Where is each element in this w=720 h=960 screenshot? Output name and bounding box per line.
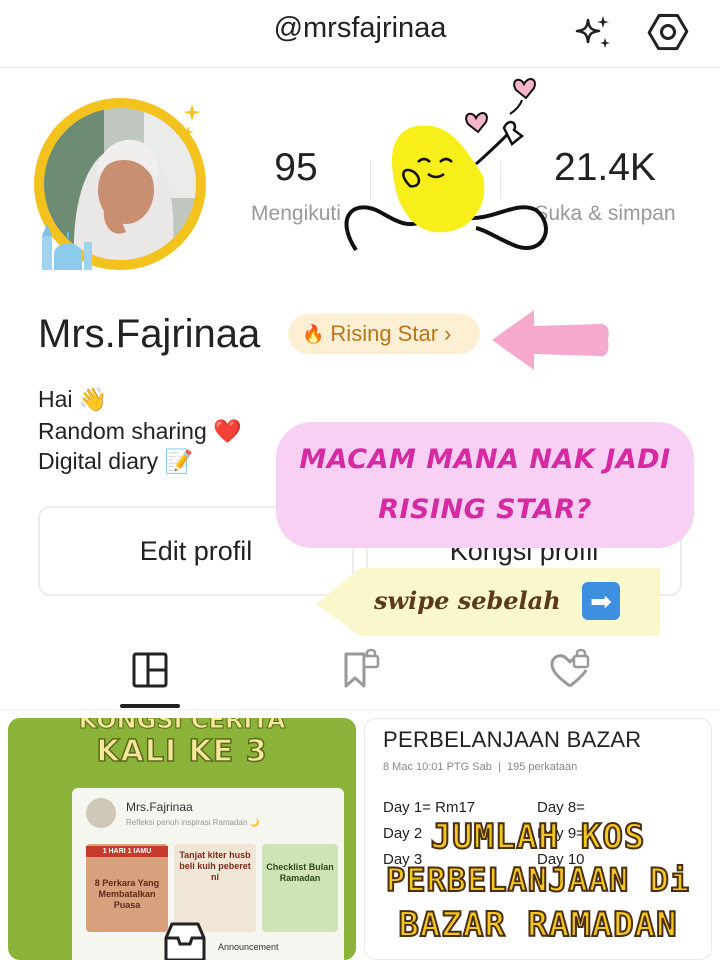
swipe-text: swipe sebelah [374,586,561,615]
mini-caption: Refleksi penuh inspirasi Ramadan 🌙 [126,818,260,827]
thumb-caption: Checklist Bulan Ramadan [266,862,334,883]
pointing-arrow-icon [492,310,609,370]
post-overlay-text: JUMLAH KOS [430,816,646,858]
bio-line: Hai 👋 [38,386,108,412]
posts-grid-icon[interactable] [126,646,174,694]
mini-profile-name: Mrs.Fajrinaa [126,800,193,814]
profile-tabs [0,640,720,710]
thumb-caption: 8 Perkara Yang Membatalkan Puasa [94,878,160,910]
note-date: 8 Mac 10:01 PTG Sab [383,761,492,773]
post-card[interactable]: PERBELANJAAN BAZAR 8 Mac 10:01 PTG Sab |… [364,718,712,960]
inbox-tray-icon [164,922,206,960]
post-thumbnail: Checklist Bulan Ramadan [262,844,338,932]
profile-name: Mrs.Fajrinaa [38,312,261,356]
callout-line: MACAM MANA NAK JADI [299,444,671,475]
post-card-title: KALI KE 3 [96,733,268,770]
active-tab-indicator [120,704,180,708]
note-word-count: 195 perkataan [506,761,578,773]
settings-gear-icon[interactable] [644,8,692,56]
callout-line: RISING STAR? [378,494,592,525]
swipe-callout: swipe sebelah ➡ [316,568,660,636]
sparkle-icon[interactable] [570,10,616,56]
post-overlay-text: PERBELANJAAN Di [385,860,690,900]
mini-avatar [86,798,116,828]
rising-star-label: Rising Star [330,321,439,346]
rising-star-badge[interactable]: 🔥 Rising Star › [288,314,480,354]
mascot-sticker [344,78,548,252]
bio-line: Digital diary 📝 [38,448,194,474]
post-card-meta: 8 Mac 10:01 PTG Sab | 195 perkataan [383,761,578,773]
following-count[interactable]: 95 [246,146,346,190]
thumb-badge: 1 HARI 1 IAMU [86,846,168,857]
rising-star-question-callout: MACAM MANA NAK JADI RISING STAR? [276,422,694,548]
day-entry: Day 1= Rm17 [383,799,476,816]
arrow-right-icon: ➡ [582,582,620,620]
day-entry: Day 8= [537,799,585,816]
chevron-right-icon: › [444,321,452,346]
post-card-top-text: KONGSI CERITA [78,718,286,735]
mosque-decoration-icon [42,224,92,270]
post-card[interactable]: KONGSI CERITA KALI KE 3 Mrs.Fajrinaa Ref… [8,718,356,960]
profile-header: @mrsfajrinaa [0,0,720,68]
post-overlay-text: BAZAR RAMADAN [397,904,678,946]
stars-decoration-icon [182,104,201,138]
post-thumbnail: 1 HARI 1 IAMU 8 Perkara Yang Membatalkan… [86,844,168,932]
fire-icon: 🔥 [302,323,325,344]
heart-lock-icon[interactable] [546,646,594,694]
announcement-text: Announcement [218,942,279,952]
thumb-caption: Tanjat kiter husb beli kuih peberet ni [179,850,251,882]
bookmark-lock-icon[interactable] [336,646,384,694]
bio-line: Random sharing ❤️ [38,418,242,444]
post-card-title: PERBELANJAAN BAZAR [383,727,642,752]
